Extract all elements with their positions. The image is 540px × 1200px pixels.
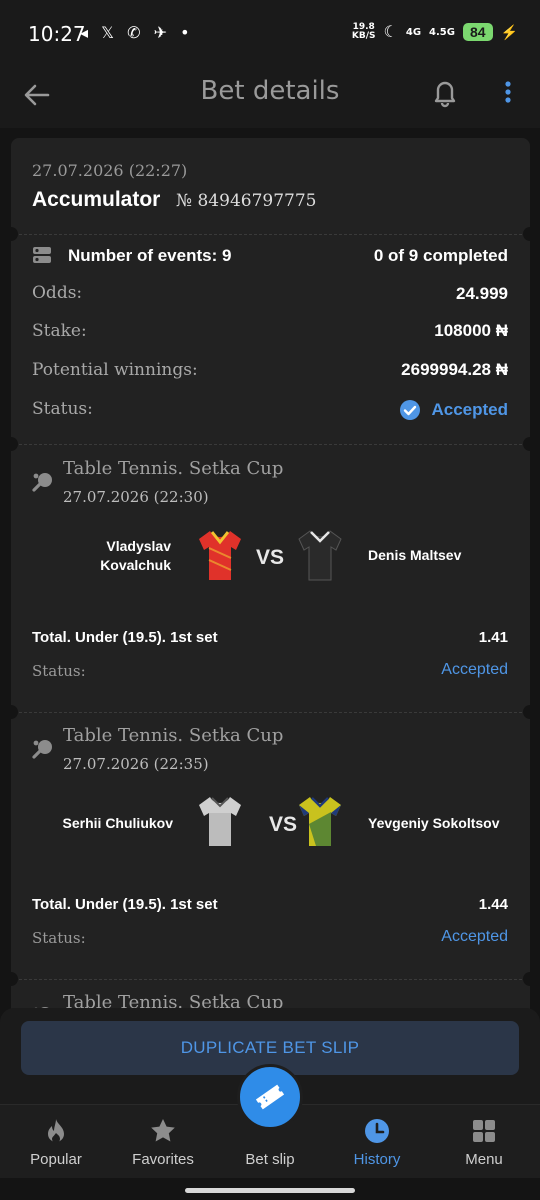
ticket-notch [523, 972, 530, 986]
vs-label: VS [269, 813, 298, 836]
table-tennis-icon [32, 740, 52, 759]
bet-status: Accepted [399, 399, 508, 421]
more-vertical-icon[interactable] [498, 76, 518, 108]
status-time: 10:27 [28, 22, 86, 46]
player-home: Vladyslav Kovalchuk [100, 538, 171, 573]
jersey-yellow-icon [299, 797, 341, 846]
player-away: Yevgeniy Sokoltsov [368, 815, 500, 831]
events-count: Number of events: 9 [68, 246, 232, 265]
bet-slip-fab[interactable] [237, 1064, 303, 1130]
nav-popular[interactable]: Popular [2, 1105, 110, 1179]
status-label: Status: [32, 399, 93, 419]
bet-type: Accumulator [32, 188, 161, 211]
ticket-notch [523, 227, 530, 241]
bet-number: № 84946797775 [176, 191, 317, 211]
moon-icon: ☾ [383, 24, 398, 41]
event-date: 27.07.2026 (22:30) [63, 488, 209, 506]
winnings-label: Potential winnings: [32, 360, 198, 380]
ticket-notch [11, 437, 18, 451]
event-league: Table Tennis. Setka Cup [63, 458, 284, 479]
event-market: Total. Under (19.5). 1st set [32, 896, 218, 913]
odds-value: 24.999 [456, 284, 508, 303]
divider [19, 712, 522, 713]
flame-icon [48, 1119, 64, 1143]
event-status-value: Accepted [441, 661, 508, 678]
bet-card: 27.07.2026 (22:27) Accumulator № 8494679… [11, 138, 530, 1018]
stake-label: Stake: [32, 321, 87, 341]
jersey-black-icon [298, 530, 342, 581]
nav-favorites[interactable]: Favorites [109, 1105, 217, 1179]
home-indicator[interactable] [185, 1188, 355, 1193]
events-completed: 0 of 9 completed [373, 246, 508, 265]
ticket-icon [255, 1084, 285, 1110]
bell-icon[interactable] [430, 76, 460, 108]
status-right: 19.8 KB/S ☾ 4G 4.5G 84 ⚡ [352, 22, 518, 42]
ticket-notch [523, 705, 530, 719]
nav-menu[interactable]: Menu [430, 1105, 538, 1179]
divider [19, 444, 522, 445]
notification-icons: ◂ 𝕏 ✆ ✈ • [80, 23, 194, 42]
odds-label: Odds: [32, 283, 83, 303]
divider [19, 979, 522, 980]
check-circle-icon [400, 400, 421, 420]
status-bar: 10:27 ◂ 𝕏 ✆ ✈ • 19.8 KB/S ☾ 4G 4.5G 84 ⚡ [0, 0, 540, 72]
divider [19, 234, 522, 235]
network-speed: 19.8 KB/S [351, 22, 376, 41]
ticket-notch [11, 227, 18, 241]
jersey-red-icon [199, 531, 241, 580]
grid-icon [473, 1120, 495, 1142]
star-icon [151, 1119, 175, 1142]
event-market: Total. Under (19.5). 1st set [32, 629, 218, 646]
vs-label: VS [256, 546, 285, 569]
events-list-icon [33, 247, 51, 263]
jersey-grey-icon [199, 797, 241, 846]
player-away: Denis Maltsev [368, 547, 462, 563]
status-value: Accepted [431, 400, 508, 419]
winnings-value: 2699994.28 ₦ [401, 360, 508, 379]
bet-date: 27.07.2026 (22:27) [32, 161, 188, 180]
table-tennis-icon [32, 473, 52, 492]
clock-icon [365, 1119, 389, 1143]
event-status-label: Status: [32, 662, 86, 680]
signal-45g-icon: 4.5G [429, 26, 455, 38]
battery-indicator: 84 [462, 23, 493, 41]
signal-4g-icon: 4G [405, 26, 422, 38]
event-status-value: Accepted [441, 928, 508, 945]
app-header: Bet details [0, 72, 540, 128]
charging-icon: ⚡ [500, 23, 518, 40]
event-odd: 1.41 [478, 629, 508, 646]
event-league: Table Tennis. Setka Cup [63, 725, 284, 746]
event-odd: 1.44 [478, 896, 508, 913]
event-status-label: Status: [32, 929, 86, 947]
ticket-notch [523, 437, 530, 451]
event-date: 27.07.2026 (22:35) [63, 755, 209, 773]
ticket-notch [11, 972, 18, 986]
bet-details-screen: 10:27 ◂ 𝕏 ✆ ✈ • 19.8 KB/S ☾ 4G 4.5G 84 ⚡… [0, 0, 540, 1200]
ticket-notch [11, 705, 18, 719]
stake-value: 108000 ₦ [434, 321, 508, 340]
player-home: Serhii Chuliukov [62, 815, 173, 831]
nav-history[interactable]: History [323, 1105, 431, 1179]
